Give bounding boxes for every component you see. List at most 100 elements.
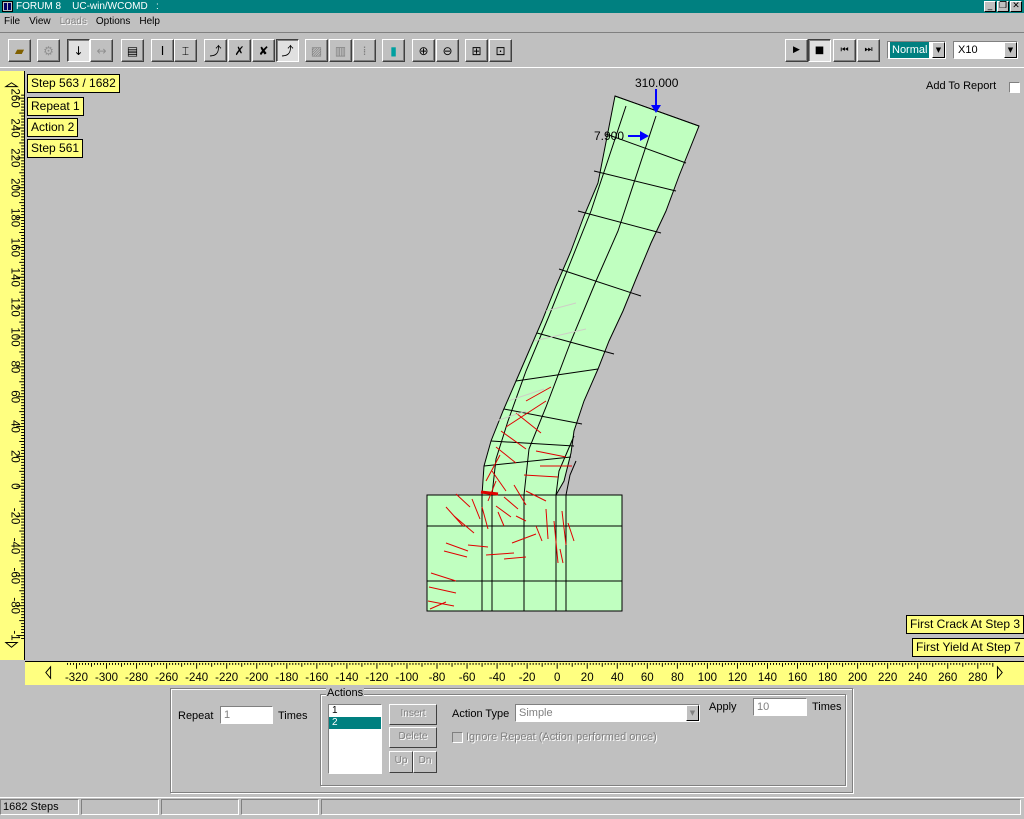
menu-options[interactable]: Options [96,16,130,27]
crack-pattern-button[interactable]: ✗ [228,39,251,62]
ruler-tick-label: -260 [155,672,178,684]
section-button[interactable]: Ⅰ [151,39,174,62]
ruler-tick-label: 140 [758,672,777,684]
crack-icon: ✗ [234,43,245,58]
ruler-tick-label: 60 [9,390,21,403]
ruler-tick-label: 180 [9,208,21,227]
ruler-tick-label: 240 [908,672,927,684]
list-item[interactable]: 1 [329,705,381,717]
ruler-tick-label: -60 [459,672,476,684]
step-back-button[interactable]: ⏮ [833,39,856,62]
play-button[interactable]: ▶ [785,39,808,62]
chevron-down-icon[interactable]: ▼ [686,705,699,721]
ignore-repeat-checkbox[interactable] [452,732,463,743]
status-pane-5 [321,799,1021,815]
move-up-button[interactable]: Up [389,751,413,773]
zoom-out-icon: ⊖ [442,43,453,58]
crack-direction-button[interactable]: ✘ [252,39,275,62]
open-file-button[interactable]: ▰ [8,39,31,62]
model-view[interactable]: 310.000 7.900 [26,71,1024,660]
insert-button[interactable]: Insert [389,704,437,725]
ruler-tick-label: -180 [275,672,298,684]
folder-icon: ▰ [14,43,25,58]
load-horizontal-button[interactable]: ↔ [90,39,113,62]
settings-button[interactable]: ⚙ [37,39,60,62]
deformed-mesh-icon: ⤴ [281,43,294,58]
menu-file[interactable]: File [4,16,20,27]
ruler-tick-label: 0 [9,483,21,489]
action-type-label: Action Type [452,708,510,720]
menu-loads[interactable]: Loads [60,16,87,27]
chevron-down-icon[interactable]: ▼ [1004,42,1017,58]
ruler-tick-label: 40 [9,420,21,433]
toolbar: ▰ ⚙ ↓ ↔ ▤ Ⅰ ⌶ ⤴ ✗ ✘ ⤴ ▨ ▥ ⁞ ▮ ⊕ ⊖ ⊞ ⊡ ▶ … [0,32,1024,68]
fit-view-button[interactable]: ⊞ [465,39,488,62]
ruler-left-arrow-icon[interactable] [45,665,52,680]
ruler-tick-label: 240 [9,118,21,137]
restore-button[interactable]: ❐ [997,1,1009,12]
ruler-tick-label: 260 [9,89,21,108]
horizontal-load-label: 7.900 [594,129,624,143]
ruler-tick-label: -320 [65,672,88,684]
apply-input[interactable]: 10 [753,698,807,716]
ruler-tick-label: 120 [728,672,747,684]
column-model-svg[interactable]: 310.000 7.900 [26,71,1024,660]
menu-view[interactable]: View [29,16,51,27]
3d-view-button[interactable]: ▮ [382,39,405,62]
ruler-tick-label: -140 [335,672,358,684]
deformed-mesh-button[interactable]: ⤴ [276,39,299,62]
move-down-button[interactable]: Dn [413,751,437,773]
delete-button[interactable]: Delete [389,727,437,748]
actions-list[interactable]: 1 2 [328,704,382,774]
ruler-tick-label: -40 [489,672,506,684]
zoom-in-button[interactable]: ⊕ [412,39,435,62]
ruler-tick-label: -120 [365,672,388,684]
ruler-tick-label: 20 [9,450,21,463]
hatch-vertical-button[interactable]: ▥ [329,39,352,62]
step-back-icon: ⏮ [840,45,849,55]
hatch-diagonal-button[interactable]: ▨ [305,39,328,62]
ruler-right-arrow-icon[interactable] [996,665,1003,680]
zoom-out-button[interactable]: ⊖ [436,39,459,62]
zoom-window-button[interactable]: ⊡ [489,39,512,62]
status-steps: 1682 Steps [0,799,79,815]
current-step-tag: Step 561 [27,139,84,158]
stop-button[interactable]: ■ [808,39,831,62]
speed-mode-select[interactable]: Normal ▼ [887,41,946,59]
close-button[interactable]: ✕ [1010,1,1022,12]
ruler-tick-label: 40 [611,672,624,684]
list-item-selected[interactable]: 2 [329,717,381,729]
ruler-tick-label: 100 [9,327,21,346]
ruler-tick-label: -80 [9,597,21,614]
deformed-shape-button[interactable]: ⤴ [204,39,227,62]
ruler-tick-label: 280 [968,672,987,684]
ruler-up-arrow-icon[interactable] [4,82,19,88]
ruler-tick-label: 180 [818,672,837,684]
chart-icon: ▤ [126,43,139,58]
ruler-down-arrow-icon[interactable] [4,641,19,648]
ruler-tick-label: 100 [698,672,717,684]
app-icon[interactable] [2,1,13,12]
ruler-tick-label: 220 [9,148,21,167]
action-type-select[interactable]: Simple ▼ [515,704,700,722]
hatch-dots-button[interactable]: ⁞ [353,39,376,62]
ruler-tick-label: 80 [671,672,684,684]
minimize-button[interactable]: _ [984,1,996,12]
speed-factor-select[interactable]: X10 ▼ [953,41,1018,59]
ruler-tick-label: -100 [395,672,418,684]
step-forward-button[interactable]: ⏭ [857,39,880,62]
menu-help[interactable]: Help [139,16,160,27]
ruler-tick-label: -200 [245,672,268,684]
load-down-button[interactable]: ↓ [67,39,90,62]
repeat-input[interactable]: 1 [220,706,273,724]
section-mesh-button[interactable]: ⌶ [174,39,197,62]
first-crack-tag: First Crack At Step 3 [906,615,1024,634]
apply-label: Apply [709,701,737,713]
ruler-tick-label: -1 [9,630,21,640]
action-tag: Action 2 [27,118,79,137]
crack-direction-icon: ✘ [258,43,269,58]
chevron-down-icon[interactable]: ▼ [932,42,945,58]
graph-button[interactable]: ▤ [121,39,144,62]
ruler-tick-label: 0 [554,672,560,684]
add-to-report-checkbox[interactable] [1009,82,1020,93]
